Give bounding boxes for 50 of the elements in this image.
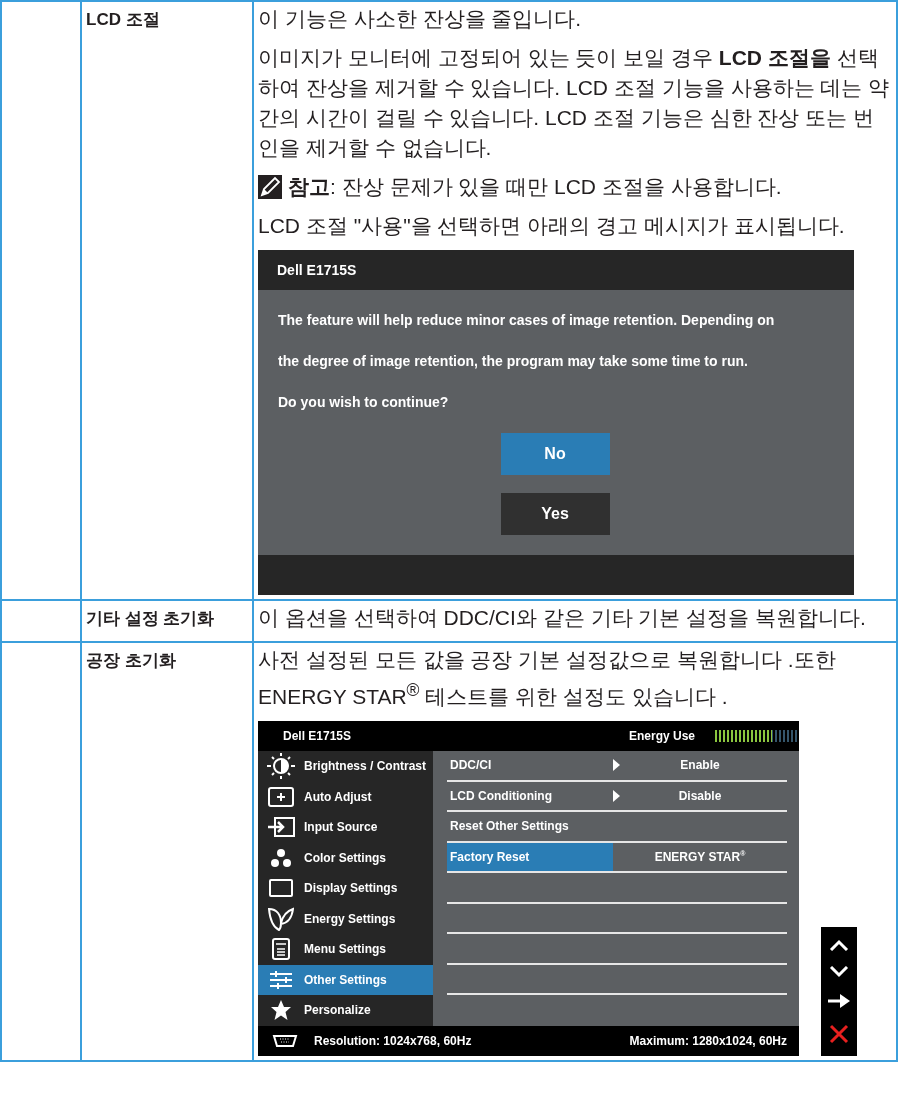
option-item[interactable]: LCD Conditioning [447,781,613,810]
menu-item[interactable]: Brightness / Contrast [258,751,433,782]
menu-item[interactable]: Auto Adjust [258,781,433,812]
down-chevron-icon[interactable] [829,965,849,978]
dialog-button[interactable]: Yes [500,493,610,535]
dialog-message: The feature will help reduce minor cases of image retention. Depending on [278,311,776,330]
menu-item[interactable]: Color Settings [258,842,433,873]
description-text: LCD 조절 "사용"을 선택하면 아래의 경고 메시지가 표시됩니다. [258,213,846,239]
option-item[interactable]: Factory Reset [447,842,613,871]
menu-item[interactable]: Other Settings [258,964,433,995]
description-text: 이 기능은 사소한 잔상을 줄입니다. [258,6,583,32]
dialog-button[interactable]: No [500,433,610,475]
option-item[interactable]: DDC/CI [447,751,613,780]
menu-item[interactable]: Energy Settings [258,903,433,934]
document-icon [272,938,290,961]
dialog-title: Dell E1715S [258,250,854,290]
menu-item[interactable]: Input Source [258,812,433,843]
description-text: 이미지가 모니터에 고정되어 있는 듯이 보일 경우 LCD 조절을 선택하여 잔상을 제거할 수 있습니다. LCD 조절 기능을 사용하는 데는 약간의 시간이 걸릴 수 있습니다. LCD 조절 기능은 심한 잔상 또는 번인을 제거할 수 없습니다. [258,45,891,161]
resolution-text: Resolution: 1024x768, 60Hz [314,1034,473,1048]
note-text: 참고: 잔상 문제가 있을 때만 LCD 조절을 사용합니다. [288,174,782,200]
star-icon [270,999,292,1022]
right-arrow-icon[interactable] [828,993,850,1010]
dialog-message: Do you wish to continue? [278,393,450,412]
pencil-note-icon [258,175,282,199]
dialog-message: the degree of image retention, the program may take some time to run. [278,352,749,371]
description-text: 사전 설정된 모든 값을 공장 기본 설정값으로 복원합니다 .또한 ENERGY STAR$^{®}$ 테스트를 위한 설정도 있습니다 . [258,647,837,710]
dots-icon [270,847,292,868]
menu-item[interactable]: Display Settings [258,873,433,904]
option-value: Disable [678,788,722,803]
energy-use-label: Energy Use [628,729,695,743]
up-chevron-icon[interactable] [829,938,849,951]
auto-adjust-icon [268,786,294,807]
menu-item[interactable]: Personalize [258,995,433,1026]
display-icon [269,879,293,898]
setting-name: LCD 조절 [86,10,160,29]
menu-item[interactable]: Menu Settings [258,934,433,965]
option-value: ENERGY STAR$^{®}$ [654,849,746,864]
setting-name: 공장 초기화 [86,651,176,670]
maximum-resolution-text: Maximum: 1280x1024, 60Hz [629,1034,787,1048]
leaf-icon [268,906,294,931]
option-value: Enable [680,758,720,773]
setting-name: 기타 설정 초기화 [86,609,215,628]
osd-title: Dell E1715S [283,729,353,743]
input-icon [267,817,295,838]
close-icon[interactable] [829,1024,849,1045]
sliders-icon [269,970,293,989]
option-item[interactable]: Reset Other Settings [447,812,613,841]
description-text: 이 옵션을 선택하여 DDC/CI와 같은 기타 기본 설정을 복원합니다. [258,605,867,631]
vga-port-icon [272,1034,298,1048]
brightness-icon [264,752,298,781]
